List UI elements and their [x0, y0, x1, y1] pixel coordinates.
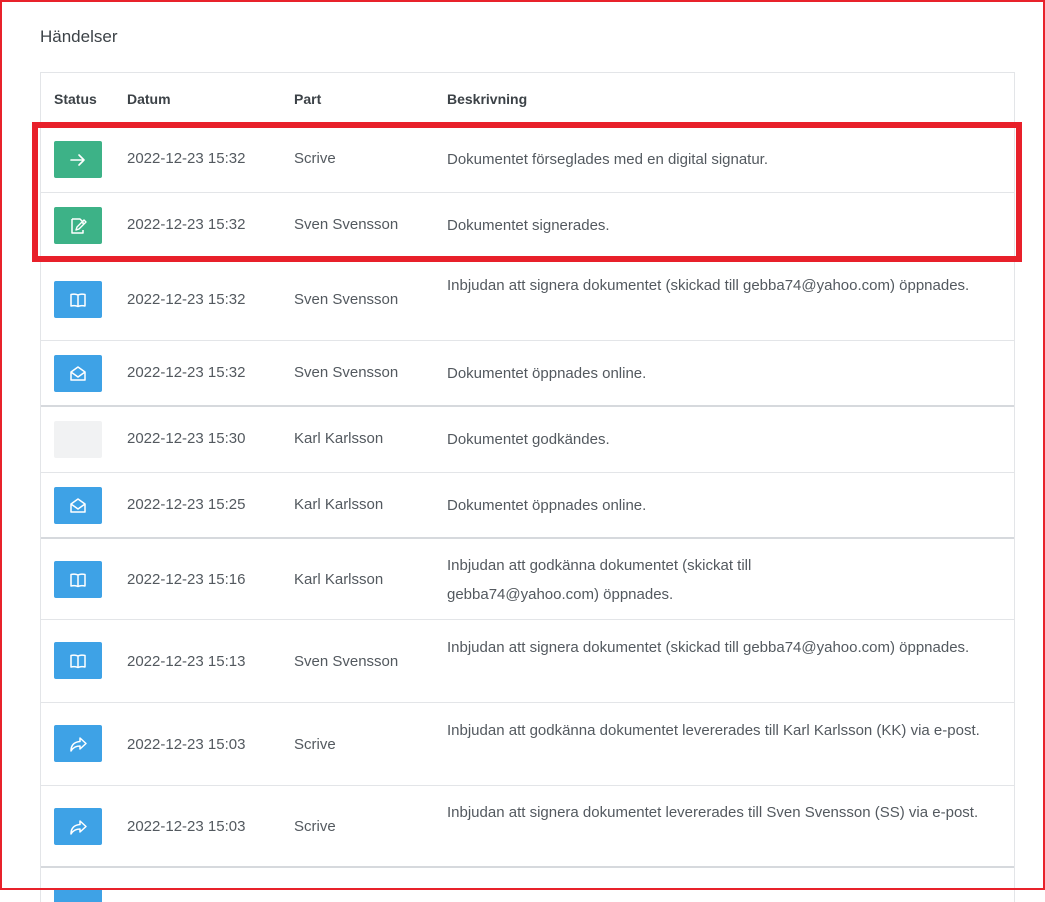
row-party: Scrive: [294, 818, 336, 835]
row-date: 2022-12-23 15:32: [127, 364, 246, 381]
row-description: Dokumentet godkändes.: [447, 431, 610, 448]
header-description: Beskrivning: [447, 91, 528, 107]
row-description: Inbjudan att godkänna dokumentet leverer…: [447, 722, 980, 739]
header-date: Datum: [127, 91, 171, 107]
row-date: 2022-12-23 15:16: [127, 571, 246, 588]
status-book-icon: [54, 561, 102, 598]
row-description: Inbjudan att godkänna dokumentet (skicka…: [447, 557, 752, 603]
status-envelope-icon: [54, 487, 102, 524]
status-placeholder: [54, 421, 102, 458]
row-date: 2022-12-23 15:30: [127, 430, 246, 447]
row-description: Dokumentet öppnades online.: [447, 365, 647, 382]
row-description: Inbjudan att signera dokumentet (skickad…: [447, 639, 970, 656]
status-forward-icon: [54, 808, 102, 845]
row-party: Karl Karlsson: [294, 430, 384, 447]
header-status: Status: [54, 91, 97, 107]
table-row: 2022-12-23 15:13 Sven Svensson Inbjudan …: [41, 620, 1014, 703]
row-date: 2022-12-23 15:13: [127, 653, 246, 670]
row-description: Dokumentet öppnades online.: [447, 497, 647, 514]
table-header: Status Datum Part Beskrivning: [41, 73, 1014, 127]
section-title: Händelser: [40, 27, 118, 46]
row-date: 2022-12-23 15:03: [127, 818, 246, 835]
status-envelope-icon: [54, 355, 102, 392]
table-row-partial: [41, 868, 1014, 902]
status-book-icon: [54, 642, 102, 679]
table-row: 2022-12-23 15:32 Sven Svensson Inbjudan …: [41, 259, 1014, 341]
header-party: Part: [294, 91, 322, 107]
row-date: 2022-12-23 15:03: [127, 736, 246, 753]
table-row: 2022-12-23 15:25 Karl Karlsson Dokumente…: [41, 473, 1014, 539]
row-party: Scrive: [294, 736, 336, 753]
row-description: Inbjudan att signera dokumentet leverera…: [447, 804, 979, 821]
row-date: 2022-12-23 15:25: [127, 496, 246, 513]
status-book-icon: [54, 281, 102, 318]
row-party: Sven Svensson: [294, 364, 399, 381]
highlight-box: [32, 122, 1022, 262]
table-row: 2022-12-23 15:16 Karl Karlsson Inbjudan …: [41, 539, 1014, 620]
row-party: Sven Svensson: [294, 653, 399, 670]
table-row: 2022-12-23 15:30 Karl Karlsson Dokumente…: [41, 407, 1014, 473]
table-row: 2022-12-23 15:03 Scrive Inbjudan att god…: [41, 703, 1014, 786]
status-forward-icon: [54, 725, 102, 762]
row-party: Sven Svensson: [294, 291, 399, 308]
row-description: Inbjudan att signera dokumentet (skickad…: [447, 277, 970, 294]
row-party: Karl Karlsson: [294, 571, 384, 588]
status-icon-partial: [54, 888, 102, 902]
table-row: 2022-12-23 15:32 Sven Svensson Dokumente…: [41, 341, 1014, 407]
row-party: Karl Karlsson: [294, 496, 384, 513]
row-date: 2022-12-23 15:32: [127, 291, 246, 308]
table-row: 2022-12-23 15:03 Scrive Inbjudan att sig…: [41, 786, 1014, 868]
